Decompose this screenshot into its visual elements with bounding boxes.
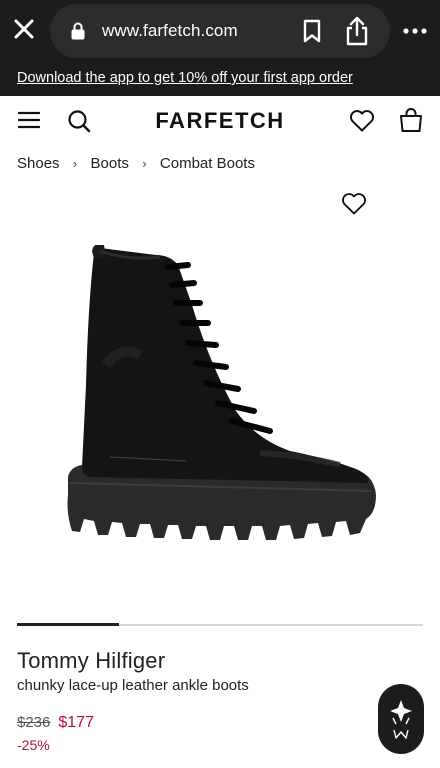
address-bar[interactable]: www.farfetch.com bbox=[50, 4, 390, 58]
share-icon[interactable] bbox=[344, 16, 370, 46]
heart-icon[interactable] bbox=[349, 109, 375, 133]
original-price: $236 bbox=[17, 714, 51, 731]
discount-badge: -25% bbox=[17, 737, 50, 753]
lock-icon bbox=[71, 22, 85, 40]
close-icon[interactable] bbox=[10, 15, 38, 43]
product-description: chunky lace-up leather ankle boots bbox=[17, 677, 249, 694]
product-brand[interactable]: Tommy Hilfiger bbox=[17, 648, 165, 674]
gallery-progress-track bbox=[17, 623, 423, 626]
app-promo-banner: Download the app to get 10% off your fir… bbox=[0, 62, 440, 96]
breadcrumb-item-boots[interactable]: Boots bbox=[91, 155, 129, 172]
breadcrumb-item-combat-boots[interactable]: Combat Boots bbox=[160, 155, 255, 172]
app-promo-link[interactable]: Download the app to get 10% off your fir… bbox=[17, 70, 353, 86]
breadcrumb-separator: › bbox=[142, 156, 147, 171]
product-image[interactable] bbox=[60, 245, 380, 565]
price-row: $236 $177 bbox=[17, 714, 94, 732]
bookmark-icon[interactable] bbox=[302, 19, 322, 43]
more-icon[interactable] bbox=[402, 27, 428, 35]
bag-icon[interactable] bbox=[398, 107, 424, 133]
breadcrumb-separator: › bbox=[72, 156, 78, 171]
gallery-progress-indicator bbox=[17, 623, 119, 626]
breadcrumb: Shoes › Boots › Combat Boots bbox=[17, 155, 255, 172]
browser-toolbar: www.farfetch.com bbox=[0, 0, 440, 62]
breadcrumb-item-shoes[interactable]: Shoes bbox=[17, 155, 60, 172]
sale-price: $177 bbox=[58, 714, 94, 731]
sparkle-icon bbox=[390, 700, 412, 739]
url-text: www.farfetch.com bbox=[102, 21, 238, 40]
assistant-button[interactable] bbox=[378, 684, 424, 754]
add-to-wishlist-heart-icon[interactable] bbox=[341, 192, 367, 216]
site-header: FARFETCH bbox=[0, 96, 440, 146]
